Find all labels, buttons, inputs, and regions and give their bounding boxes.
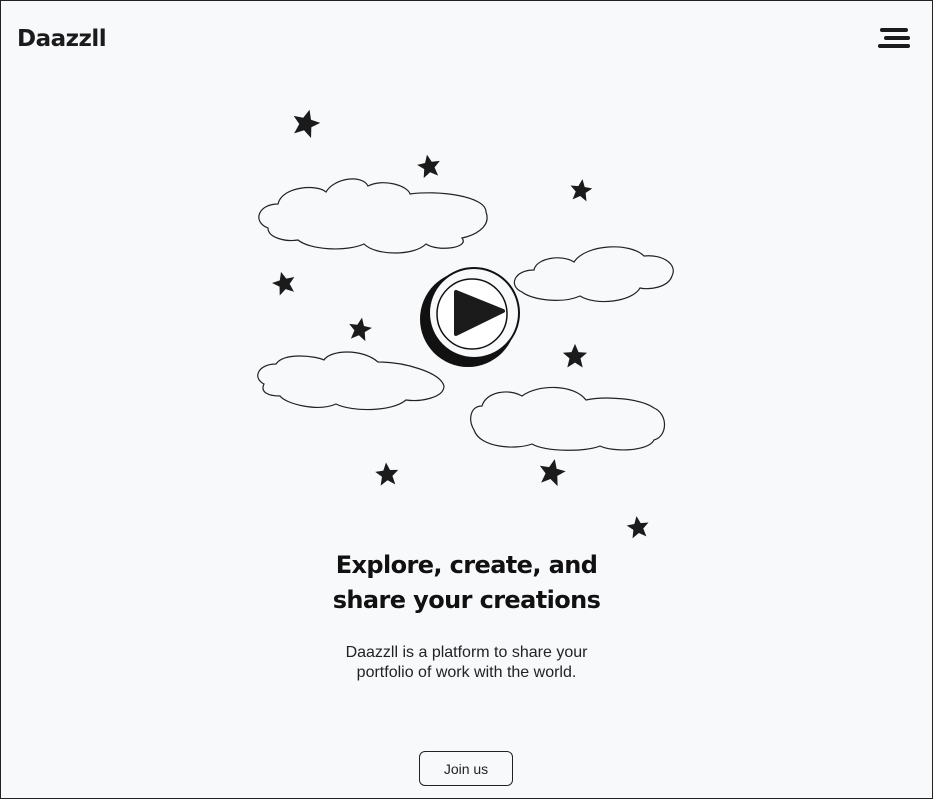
- menu-line: [878, 44, 910, 48]
- star: [625, 514, 651, 539]
- star: [568, 177, 594, 202]
- hamburger-menu-icon[interactable]: [878, 28, 910, 50]
- brand-logo[interactable]: Daazzll: [17, 26, 107, 52]
- hero-description: Daazzll is a platform to share your port…: [345, 644, 588, 681]
- star: [269, 268, 299, 297]
- hero-illustration: [257, 106, 674, 539]
- headline-line: Explore, create, and: [335, 551, 598, 579]
- star: [415, 152, 443, 179]
- hero-headline: Explore, create, and share your creation…: [300, 548, 633, 618]
- star: [562, 343, 588, 368]
- join-us-button[interactable]: Join us: [419, 751, 513, 786]
- menu-line: [880, 28, 908, 32]
- cloud: [257, 351, 445, 411]
- play-button-icon: [420, 267, 520, 367]
- star: [374, 461, 400, 486]
- cloud: [470, 386, 666, 451]
- star: [536, 456, 568, 488]
- star: [346, 315, 374, 342]
- star: [289, 106, 323, 140]
- menu-line: [884, 36, 910, 40]
- headline-line: share your creations: [332, 586, 601, 614]
- cloud: [258, 178, 488, 254]
- cloud: [513, 246, 674, 303]
